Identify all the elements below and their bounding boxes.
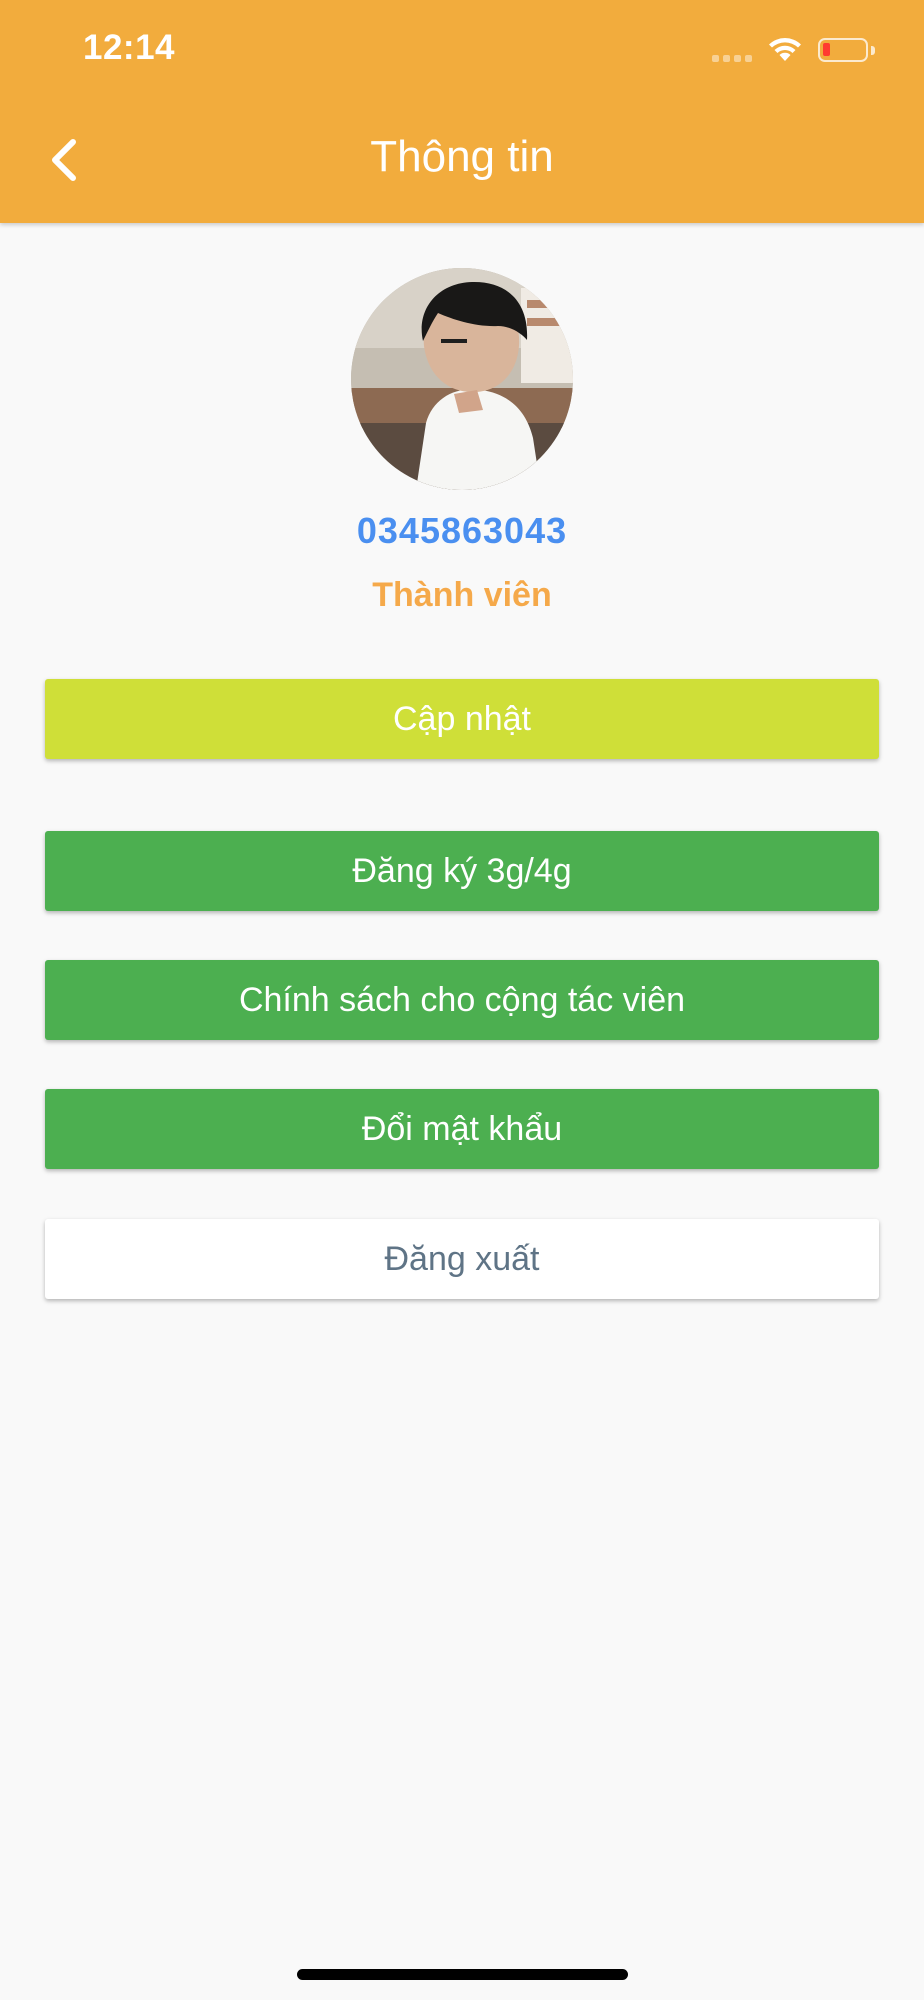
- change-password-button-label: Đổi mật khẩu: [361, 1109, 563, 1148]
- signal-icon: [712, 55, 754, 63]
- logout-button[interactable]: Đăng xuất: [45, 1219, 879, 1299]
- wifi-icon: [769, 38, 801, 61]
- member-role: Thành viên: [372, 576, 552, 614]
- collaborator-policy-button[interactable]: Chính sách cho cộng tác viên: [45, 960, 879, 1040]
- avatar-photo: [351, 268, 573, 490]
- avatar[interactable]: [351, 268, 573, 490]
- home-indicator: [297, 1969, 628, 1980]
- battery-low-icon: [818, 38, 868, 62]
- phone-number: 0345863043: [356, 510, 568, 551]
- update-button-label: Cập nhật: [393, 699, 531, 738]
- page-title: Thông tin: [370, 132, 554, 181]
- status-time: 12:14: [83, 28, 176, 67]
- logout-button-label: Đăng xuất: [384, 1239, 540, 1278]
- battery-cap: [871, 46, 875, 55]
- app-header: 12:14 Thông tin: [0, 0, 924, 223]
- change-password-button[interactable]: Đổi mật khẩu: [45, 1089, 879, 1169]
- register-3g4g-button-label: Đăng ký 3g/4g: [352, 851, 572, 890]
- register-3g4g-button[interactable]: Đăng ký 3g/4g: [45, 831, 879, 911]
- update-button[interactable]: Cập nhật: [45, 679, 879, 759]
- collaborator-policy-button-label: Chính sách cho cộng tác viên: [238, 980, 686, 1019]
